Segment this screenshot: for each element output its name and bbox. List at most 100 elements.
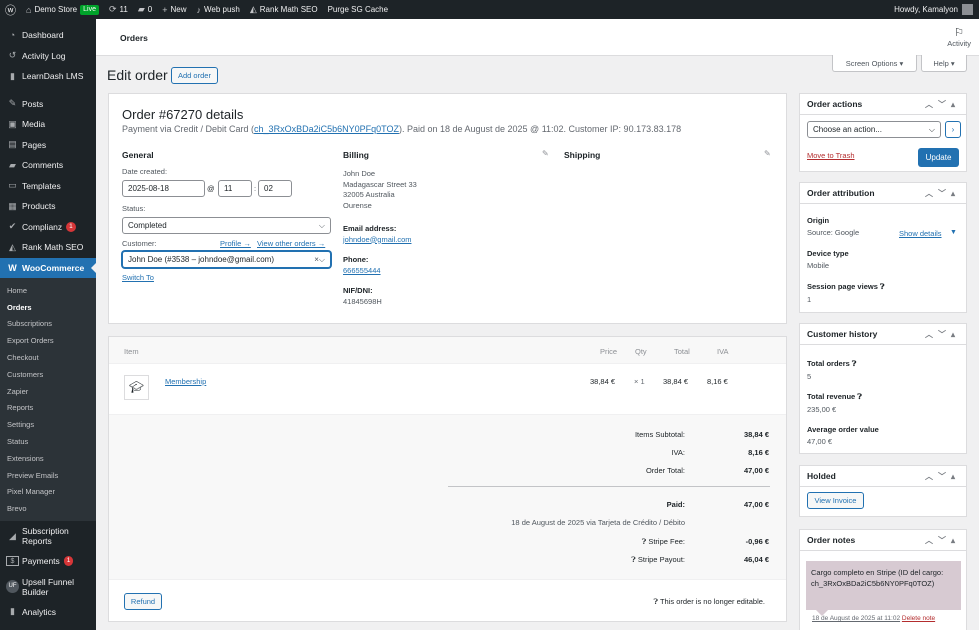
show-details-link[interactable]: Show details	[899, 229, 942, 238]
media-icon: ▣	[8, 118, 17, 129]
help-button[interactable]: Help ▾	[921, 55, 967, 72]
submenu-orders[interactable]: Orders	[0, 299, 96, 316]
menu-products[interactable]: ▦ Products	[0, 196, 96, 217]
comments-link[interactable]: ▰ 0	[133, 0, 157, 19]
date-created-label: Date created:	[122, 167, 168, 176]
run-action-button[interactable]: ›	[945, 121, 961, 138]
menu-woocommerce[interactable]: W WooCommerce	[0, 257, 96, 278]
paid-label: Paid:	[666, 500, 685, 509]
menu-payments[interactable]: $ Payments 1	[0, 551, 96, 572]
rank-math-icon: ◭	[249, 4, 257, 14]
menu-pages[interactable]: ▤ Pages	[0, 135, 96, 156]
menu-rank-math[interactable]: ◭ Rank Math SEO	[0, 237, 96, 258]
billing-street: Madagascar Street 33	[343, 179, 417, 189]
web-push-link[interactable]: ♪ Web push	[191, 0, 244, 19]
holded-header[interactable]: Holded ︿﹀▴	[800, 466, 966, 487]
edit-shipping-icon[interactable]: ✎	[764, 149, 771, 158]
order-actions-header[interactable]: Order actions ︿﹀▴	[800, 94, 966, 115]
box-arrows-icon[interactable]: ︿﹀▴	[925, 99, 960, 110]
submenu-reports[interactable]: Reports	[0, 400, 96, 417]
submenu-pixel-manager[interactable]: Pixel Manager	[0, 484, 96, 501]
customer-value: John Doe (#3538 – johndoe@gmail.com)	[128, 255, 274, 264]
submenu-status[interactable]: Status	[0, 433, 96, 450]
edit-billing-icon[interactable]: ✎	[542, 149, 549, 158]
iva-column-header: IVA	[717, 347, 729, 356]
rank-math-link[interactable]: ◭ Rank Math SEO	[245, 0, 323, 19]
menu-media[interactable]: ▣ Media	[0, 114, 96, 135]
screen-options-button[interactable]: Screen Options ▾	[832, 55, 917, 72]
submenu-export-orders[interactable]: Export Orders	[0, 332, 96, 349]
menu-dashboard[interactable]: ◔ Dashboard	[0, 25, 96, 46]
stripe-fee-text: Stripe Fee:	[648, 537, 685, 546]
menu-label: Rank Math SEO	[22, 242, 84, 253]
customer-select[interactable]: John Doe (#3538 – johndoe@gmail.com) ×⌵	[122, 251, 331, 268]
email-label: Email address:	[343, 224, 397, 233]
stripe-payout-label: ❓︎ Stripe Payout:	[520, 555, 685, 565]
page-views-section: Session page views ❓︎ 1	[807, 282, 884, 304]
box-arrows-icon[interactable]: ︿﹀▴	[925, 188, 960, 199]
dropdown-arrow-icon[interactable]: ▼	[950, 229, 957, 236]
submenu-brevo[interactable]: Brevo	[0, 500, 96, 517]
menu-complianz[interactable]: ✔ Complianz 1	[0, 217, 96, 238]
at-symbol: @	[207, 184, 215, 193]
billing-phone: Phone: 666555444	[343, 255, 381, 276]
hour-input[interactable]: 11	[218, 180, 252, 197]
clear-icon[interactable]: ×⌵	[314, 255, 325, 265]
submenu-preview-emails[interactable]: Preview Emails	[0, 467, 96, 484]
delete-note-link[interactable]: Delete note	[902, 615, 935, 622]
minute-input[interactable]: 02	[258, 180, 292, 197]
order-notes-header[interactable]: Order notes ︿﹀▴	[800, 530, 966, 551]
submenu-extensions[interactable]: Extensions	[0, 450, 96, 467]
view-invoice-button[interactable]: View Invoice	[807, 492, 864, 509]
submenu-zapier[interactable]: Zapier	[0, 383, 96, 400]
view-other-orders-link[interactable]: View other orders →	[257, 239, 325, 248]
move-to-trash-link[interactable]: Move to Trash	[807, 151, 855, 160]
phone-link[interactable]: 666555444	[343, 266, 381, 275]
status-select[interactable]: Completed ⌵	[122, 217, 331, 234]
email-link[interactable]: johndoe@gmail.com	[343, 235, 411, 244]
menu-learndash[interactable]: ▮ LearnDash LMS	[0, 66, 96, 87]
note-date: 18 de August de 2025 at 11:02	[812, 615, 901, 622]
submenu-settings[interactable]: Settings	[0, 416, 96, 433]
menu-label: Subscription Reports	[22, 526, 69, 547]
submenu-checkout[interactable]: Checkout	[0, 349, 96, 366]
stripe-charge-link[interactable]: ch_3RxOxBDa2iC5b6NY0PFq0TOZ	[254, 124, 399, 134]
submenu-home[interactable]: Home	[0, 282, 96, 299]
site-name-link[interactable]: ⌂ Demo Store Live	[21, 0, 104, 19]
profile-link[interactable]: Profile →	[220, 239, 251, 248]
item-name-link[interactable]: Membership	[165, 377, 206, 386]
update-button[interactable]: Update	[918, 148, 959, 167]
submenu-customers[interactable]: Customers	[0, 366, 96, 383]
submenu-subscriptions[interactable]: Subscriptions	[0, 316, 96, 333]
add-order-button[interactable]: Add order	[171, 67, 218, 84]
menu-posts[interactable]: ✎ Posts	[0, 94, 96, 115]
date-created-input[interactable]: 2025-08-18	[122, 180, 205, 197]
page-header: Orders ⚐ Activity	[96, 19, 979, 56]
order-attribution-header[interactable]: Order attribution ︿﹀▴	[800, 183, 966, 204]
menu-templates[interactable]: ▭ Templates	[0, 176, 96, 197]
activity-button[interactable]: ⚐ Activity	[947, 26, 971, 48]
purge-cache-link[interactable]: Purge SG Cache	[323, 0, 393, 19]
order-action-select[interactable]: Choose an action... ⌵	[807, 121, 941, 138]
refund-button[interactable]: Refund	[124, 593, 162, 610]
menu-comments[interactable]: ▰ Comments	[0, 155, 96, 176]
wordpress-logo[interactable]: ⓦ	[0, 0, 21, 19]
account-menu[interactable]: Howdy, Kamalyon	[894, 4, 979, 15]
customer-history-header[interactable]: Customer history ︿﹀▴	[800, 324, 966, 345]
status-value: Completed	[128, 221, 167, 230]
not-editable-text: This order is no longer editable.	[659, 597, 765, 606]
box-arrows-icon[interactable]: ︿﹀▴	[925, 329, 960, 340]
menu-analytics[interactable]: ▮ Analytics	[0, 602, 96, 623]
menu-activity-log[interactable]: ↺ Activity Log	[0, 46, 96, 67]
help-icon: ❓︎	[631, 555, 638, 564]
total-revenue-section: Total revenue ❓︎ 235,00 €	[807, 392, 862, 414]
menu-subscription-reports[interactable]: ◢ Subscription Reports	[0, 521, 96, 551]
updates-link[interactable]: ⟳ 11	[104, 0, 133, 19]
menu-upsell-funnel[interactable]: UF Upsell Funnel Builder	[0, 572, 96, 602]
new-content-link[interactable]: + New	[157, 0, 191, 19]
billing-email: Email address: johndoe@gmail.com	[343, 224, 411, 245]
switch-to-link[interactable]: Switch To	[122, 273, 154, 282]
box-arrows-icon[interactable]: ︿﹀▴	[925, 471, 960, 482]
box-arrows-icon[interactable]: ︿﹀▴	[925, 535, 960, 546]
order-title: Order #67270 details	[122, 107, 244, 122]
